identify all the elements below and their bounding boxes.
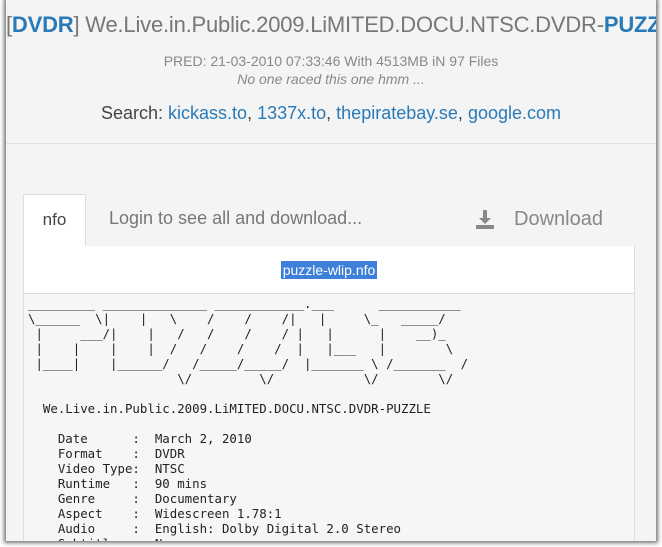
download-label: Download xyxy=(514,208,603,230)
download-button[interactable]: Download xyxy=(476,208,603,231)
race-note: No one raced this one hmm ... xyxy=(237,71,425,87)
pred-info: PRED: 21-03-2010 07:33:46 With 4513MB iN… xyxy=(163,53,499,69)
nfo-viewer[interactable]: _________ ______________ ____________.__… xyxy=(23,293,635,541)
tab-login[interactable]: Login to see all and download... xyxy=(109,208,362,229)
divider xyxy=(6,143,656,144)
release-name: We.Live.in.Public.2009.LiMITED.DOCU.NTSC… xyxy=(79,12,604,37)
search-links: Search: kickass.to, 1337x.to, thepirateb… xyxy=(100,103,561,123)
search-link-1337x[interactable]: 1337x.to xyxy=(257,103,326,123)
release-title: [DVDR] We.Live.in.Public.2009.LiMITED.DO… xyxy=(6,12,656,38)
download-icon xyxy=(476,210,494,229)
search-label: Search: xyxy=(100,103,164,123)
search-link-google[interactable]: google.com xyxy=(468,103,561,123)
group-link[interactable]: PUZZLE xyxy=(604,12,656,37)
category-link[interactable]: DVDR xyxy=(12,12,74,37)
tab-nfo[interactable]: nfo xyxy=(23,194,86,247)
nfo-filename: puzzle-wlip.nfo xyxy=(24,261,634,280)
search-link-thepiratebay[interactable]: thepiratebay.se xyxy=(336,103,458,123)
search-link-kickass[interactable]: kickass.to xyxy=(168,103,247,123)
nfo-content: _________ ______________ ____________.__… xyxy=(28,296,469,541)
page-frame: [DVDR] We.Live.in.Public.2009.LiMITED.DO… xyxy=(6,0,656,541)
nfo-filename-text[interactable]: puzzle-wlip.nfo xyxy=(280,261,378,279)
